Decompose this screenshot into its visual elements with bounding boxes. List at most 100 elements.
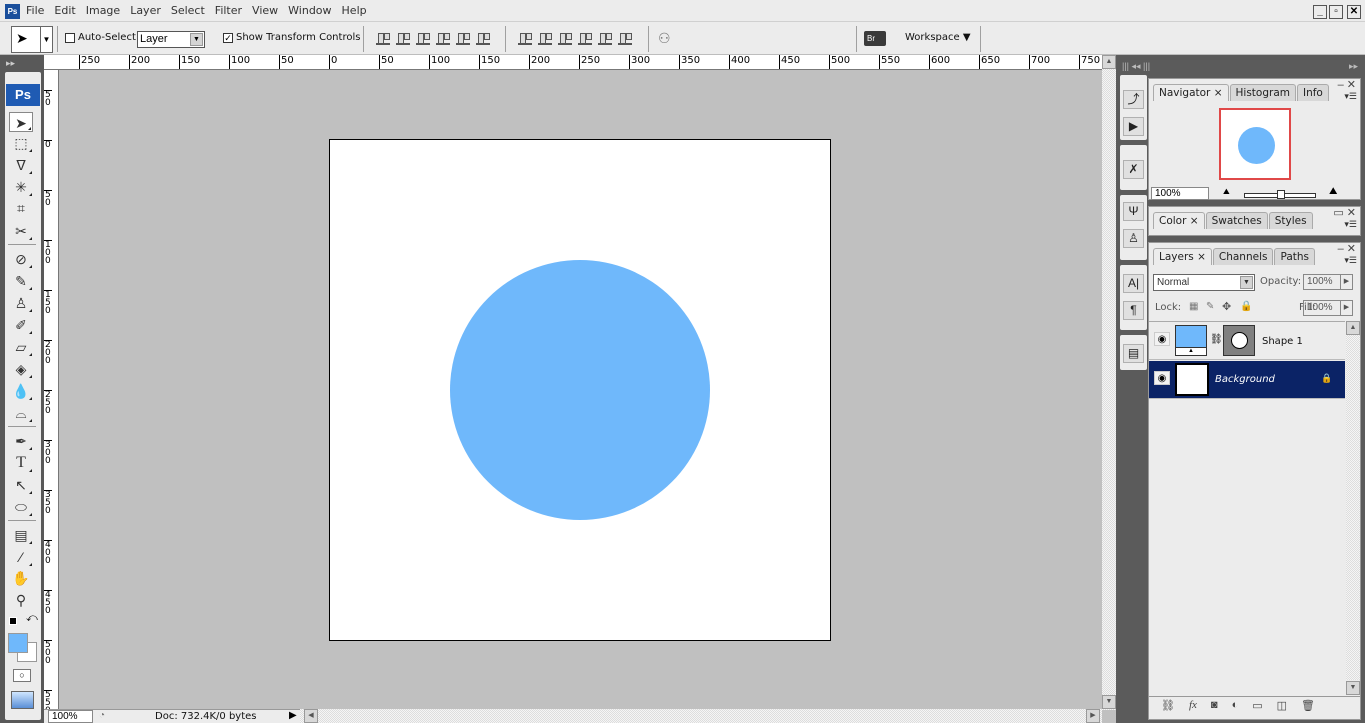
clone-stamp-tool[interactable]: ♙ [9,293,33,313]
distribute-top-icon[interactable] [518,31,532,45]
document-canvas[interactable] [329,139,831,641]
menu-select[interactable]: Select [171,4,213,17]
zoom-tool[interactable]: ⚲ [9,590,33,610]
crop-tool[interactable]: ⌗ [9,198,33,218]
type-tool[interactable]: T [9,453,33,473]
actions-panel-icon[interactable]: ▶ [1123,117,1144,136]
foreground-color-swatch[interactable] [8,633,28,653]
opacity-field[interactable]: 100% ▶ [1303,274,1353,290]
menu-edit[interactable]: Edit [54,4,83,17]
lock-image-icon[interactable]: ✎ [1206,301,1214,312]
tab-paths[interactable]: Paths [1274,248,1316,265]
distribute-hcenter-icon[interactable] [598,31,612,45]
path-selection-tool[interactable]: ↖ [9,475,33,495]
slice-tool[interactable]: ✂ [9,221,33,241]
auto-select-checkbox[interactable] [65,33,75,43]
tab-histogram[interactable]: Histogram [1229,84,1296,101]
eraser-tool[interactable]: ▱ [9,337,33,357]
quick-mask-button[interactable]: ○ [13,669,31,682]
eye-icon[interactable]: ◉ [1154,332,1170,346]
slider-thumb[interactable] [1277,190,1285,199]
align-bottom-icon[interactable] [416,31,430,45]
layers-scroll-down[interactable]: ▼ [1346,681,1360,695]
screen-mode-button[interactable] [11,691,34,709]
auto-select-target-dropdown[interactable]: Layer ▼ [137,31,205,48]
scroll-right-button[interactable]: ▶ [1086,709,1100,723]
navigator-zoom-slider[interactable] [1244,190,1316,199]
align-left-icon[interactable] [436,31,450,45]
dodge-tool[interactable]: ⌓ [9,403,33,423]
align-top-icon[interactable] [376,31,390,45]
pen-tool[interactable]: ✒ [9,431,33,451]
paint-bucket-tool[interactable]: ◈ [9,359,33,379]
history-brush-tool[interactable]: ✐ [9,315,33,335]
chain-link-icon[interactable]: ⛓ [1210,334,1223,345]
align-vcenter-icon[interactable] [396,31,410,45]
tab-info[interactable]: Info [1296,84,1329,101]
auto-align-icon[interactable]: ⚇ [658,30,671,47]
opacity-slider-arrow[interactable]: ▶ [1340,275,1352,289]
notes-tool[interactable]: ▤ [9,525,33,545]
panel-controls[interactable]: – ✕ [1338,242,1356,255]
distribute-right-icon[interactable] [618,31,632,45]
navigator-preview[interactable] [1219,108,1291,180]
status-menu-arrow[interactable]: ▶ [289,710,297,721]
expand-icon[interactable]: ▸▸ [6,58,15,69]
marquee-tool[interactable]: ⬚ [9,133,33,153]
tab-color[interactable]: Color × [1153,212,1205,229]
menu-view[interactable]: View [252,4,286,17]
ellipse-tool[interactable]: ⬭ [9,497,33,517]
lock-position-icon[interactable]: ✥ [1222,300,1231,313]
zoom-level-field[interactable]: 100% [48,710,93,723]
hand-tool[interactable]: ✋ [9,568,33,588]
new-group-icon[interactable]: ▭ [1252,699,1262,712]
panel-menu-icon[interactable]: ▾☰ [1344,219,1357,230]
menu-layer[interactable]: Layer [130,4,169,17]
panel-menu-icon[interactable]: ▾☰ [1344,91,1357,102]
link-layers-icon[interactable]: ⛓ [1161,699,1175,712]
zoom-in-icon[interactable]: ⛰ [1329,186,1337,197]
menu-help[interactable]: Help [342,4,375,17]
zoom-out-icon[interactable]: ⛰ [1223,187,1230,197]
blur-tool[interactable]: 💧 [9,381,33,401]
menu-filter[interactable]: Filter [215,4,250,17]
distribute-bottom-icon[interactable] [558,31,572,45]
scroll-left-button[interactable]: ◀ [304,709,318,723]
history-panel-icon[interactable]: ⤴ [1123,90,1144,109]
brushes-panel-icon[interactable]: Ψ [1123,202,1144,221]
healing-brush-tool[interactable]: ⊘ [9,249,33,269]
workspace-dropdown[interactable]: Workspace ▼ [905,32,971,43]
minimize-button[interactable]: _ [1313,5,1327,19]
navigator-zoom-field[interactable]: 100% [1151,187,1209,200]
tab-styles[interactable]: Styles [1268,212,1313,229]
layer-row-background[interactable]: ◉ Background 🔒 [1149,361,1345,399]
distribute-vcenter-icon[interactable] [538,31,552,45]
expand-icon[interactable]: ▸▸ [1349,61,1358,72]
show-transform-checkbox[interactable]: ✓ [223,33,233,43]
tool-presets-icon[interactable]: ✗ [1123,160,1144,179]
menu-file[interactable]: File [26,4,52,17]
add-mask-icon[interactable]: ◙ [1211,699,1218,712]
layer-comps-icon[interactable]: ▤ [1123,344,1144,363]
align-right-icon[interactable] [476,31,490,45]
tab-channels[interactable]: Channels [1212,248,1274,265]
collapse-icon[interactable]: ||| ◂◂ ||| [1122,61,1150,72]
fill-field[interactable]: 100% ▶ [1303,300,1353,316]
restore-button[interactable]: ▫ [1329,5,1343,19]
blend-mode-dropdown[interactable]: Normal ▼ [1153,274,1255,291]
menu-window[interactable]: Window [288,4,339,17]
layers-scroll-up[interactable]: ▲ [1346,321,1360,335]
eyedropper-tool[interactable]: ⁄ [9,547,33,567]
fill-slider-arrow[interactable]: ▶ [1340,301,1352,315]
adjustment-layer-icon[interactable]: ◐ [1232,699,1239,712]
new-layer-icon[interactable]: ◫ [1277,699,1287,712]
menu-image[interactable]: Image [86,4,128,17]
panel-controls[interactable]: ▭ ✕ [1333,206,1356,219]
panel-menu-icon[interactable]: ▾☰ [1344,255,1357,266]
layers-scrollbar[interactable] [1346,335,1360,680]
lasso-tool[interactable]: ᐁ [9,155,33,175]
layer-row-shape-1[interactable]: ◉ ▲ ⛓ Shape 1 [1149,322,1345,360]
bridge-icon[interactable]: Br [864,31,886,46]
default-colors-icon[interactable] [9,617,17,625]
panel-controls[interactable]: – ✕ [1338,78,1356,91]
